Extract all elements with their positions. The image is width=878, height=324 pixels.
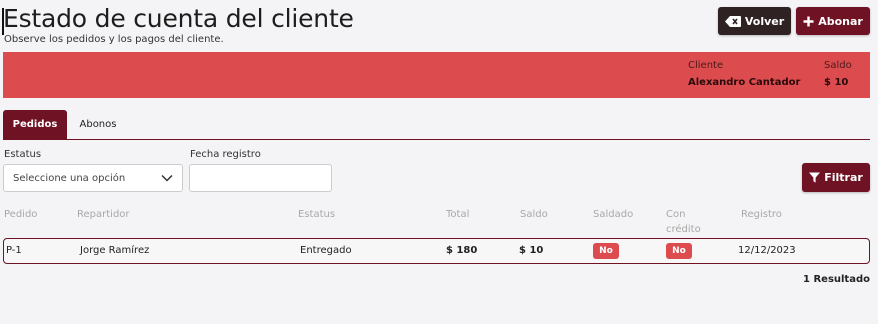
cell-pedido: P-1 [6, 245, 22, 256]
result-count: 1 Resultado [803, 274, 870, 285]
column-header-saldo: Saldo [520, 209, 548, 220]
column-header-pedido: Pedido [4, 209, 38, 220]
page-subtitle: Observe los pedidos y los pagos del clie… [4, 34, 224, 45]
tab-abonos[interactable]: Abonos [67, 110, 129, 139]
fecha-registro-input[interactable] [189, 164, 332, 192]
table-row[interactable]: P-1 Jorge Ramírez Entregado $ 180 $ 10 N… [3, 238, 870, 264]
volver-button-label: Volver [744, 14, 785, 28]
estatus-filter-label: Estatus [4, 149, 42, 160]
volver-button[interactable]: Volver [718, 7, 791, 35]
column-header-estatus: Estatus [298, 209, 336, 220]
saldo-label: Saldo [824, 60, 852, 71]
tab-pedidos[interactable]: Pedidos [3, 110, 67, 139]
estatus-select-value: Seleccione una opción [13, 172, 126, 184]
estatus-select[interactable]: Seleccione una opción [3, 164, 183, 192]
fecha-registro-label: Fecha registro [190, 149, 261, 160]
column-header-saldado: Saldado [593, 209, 634, 220]
page-title: Estado de cuenta del cliente [3, 4, 354, 33]
abonar-button-label: Abonar [818, 14, 863, 28]
cell-total: $ 180 [446, 245, 478, 256]
client-summary-banner: Cliente Alexandro Cantador Saldo $ 10 [3, 52, 870, 98]
backspace-icon [724, 15, 741, 27]
cell-repartidor: Jorge Ramírez [80, 245, 150, 256]
cell-registro: 12/12/2023 [738, 245, 796, 256]
column-header-con-credito: Con crédito [666, 209, 701, 235]
con-credito-badge: No [666, 243, 692, 259]
column-header-registro: Registro [741, 209, 782, 220]
cell-estatus: Entregado [300, 245, 352, 256]
saldo-value: $ 10 [824, 77, 849, 88]
cell-saldo: $ 10 [519, 245, 544, 256]
filtrar-button[interactable]: Filtrar [802, 163, 870, 192]
column-header-repartidor: Repartidor [77, 209, 130, 220]
cliente-label: Cliente [688, 60, 724, 71]
tabs-bar: Pedidos Abonos [3, 110, 870, 140]
column-header-total: Total [446, 209, 470, 220]
funnel-icon [809, 172, 821, 183]
saldado-badge: No [593, 243, 619, 259]
cliente-value: Alexandro Cantador [688, 77, 801, 88]
plus-icon [803, 16, 814, 27]
abonar-button[interactable]: Abonar [796, 7, 870, 35]
filtrar-button-label: Filtrar [824, 171, 863, 184]
